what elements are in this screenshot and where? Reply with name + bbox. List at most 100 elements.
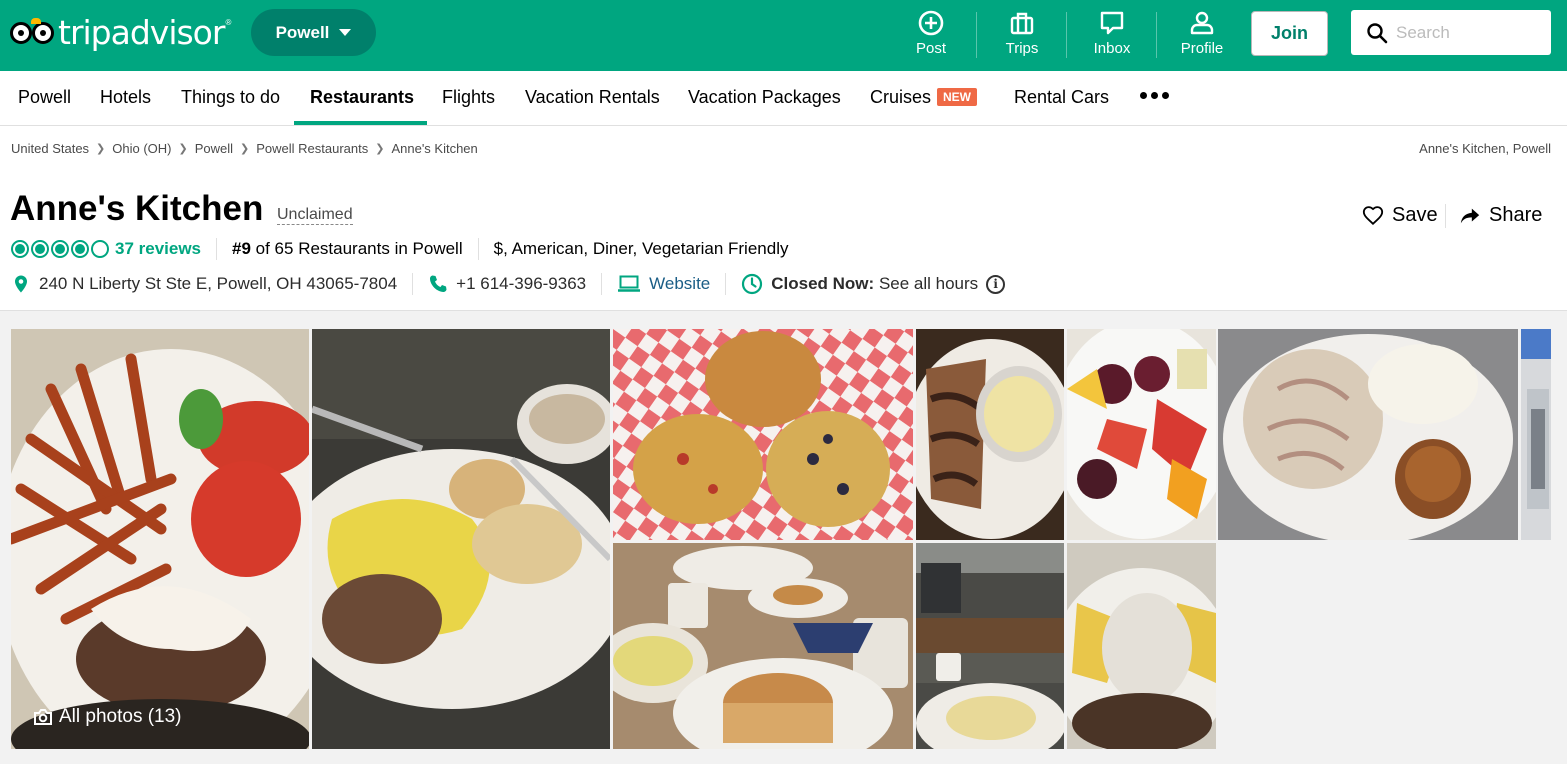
- nav-item-cruises[interactable]: Cruises NEW: [870, 71, 978, 126]
- biscuits-gravy-photo: [1067, 543, 1216, 749]
- photo-biscuits-gravy[interactable]: [1067, 543, 1216, 749]
- rating-bubbles[interactable]: [11, 240, 109, 258]
- photo-gravy-hashbrown[interactable]: [1218, 329, 1518, 540]
- breadcrumb-location-label: Anne's Kitchen, Powell: [1419, 141, 1551, 156]
- logo-registered-mark: ®: [225, 18, 232, 27]
- muffins-photo: [613, 329, 913, 540]
- divider: [412, 273, 414, 295]
- cuisine-vegetarian-link[interactable]: Vegetarian Friendly: [642, 239, 788, 258]
- search-box[interactable]: [1351, 10, 1551, 55]
- save-label: Save: [1392, 204, 1438, 226]
- divider: [216, 238, 218, 260]
- breakfast-plate-photo: [312, 329, 610, 749]
- join-button[interactable]: Join: [1251, 11, 1328, 56]
- nav-item-hotels[interactable]: Hotels: [100, 71, 151, 126]
- rating-bubble-filled-icon: [51, 240, 69, 258]
- photo-fruit-cup[interactable]: [1067, 329, 1216, 540]
- photo-pancakes[interactable]: [613, 543, 913, 749]
- restaurant-title: Anne's Kitchen: [10, 189, 264, 228]
- rating-bubble-filled-icon: [31, 240, 49, 258]
- cuisine-american-link[interactable]: American: [512, 239, 584, 258]
- logo-text-advisor: advisor: [110, 12, 226, 52]
- breadcrumb-powell[interactable]: Powell: [195, 141, 233, 156]
- photo-exterior-partial[interactable]: [1521, 329, 1551, 540]
- address-link[interactable]: 240 N Liberty St Ste E, Powell, OH 43065…: [11, 274, 397, 294]
- exterior-photo: [1521, 329, 1551, 540]
- website-label: Website: [649, 274, 711, 293]
- nav-item-rental-cars[interactable]: Rental Cars: [1014, 71, 1109, 126]
- chevron-right-icon: ❯: [240, 143, 250, 155]
- see-all-hours: See all hours: [878, 274, 979, 293]
- post-button[interactable]: Post: [886, 10, 976, 60]
- share-button[interactable]: Share: [1459, 204, 1542, 227]
- suitcase-icon: [1010, 12, 1034, 35]
- rating-bubble-empty-icon: [91, 240, 109, 258]
- breadcrumb-united-states[interactable]: United States: [11, 141, 89, 156]
- clock-icon: [742, 273, 763, 295]
- photo-interior[interactable]: [916, 543, 1064, 749]
- geo-label: Powell: [275, 22, 330, 42]
- address-text: 240 N Liberty St Ste E, Powell, OH 43065…: [39, 274, 398, 293]
- toast-eggs-photo: [916, 329, 1064, 540]
- rating-bubble-filled-icon: [71, 240, 89, 258]
- more-options-icon[interactable]: [1140, 92, 1169, 99]
- hours-link[interactable]: Closed Now: See all hours i: [741, 273, 1006, 295]
- phone-link[interactable]: +1 614-396-9363: [428, 274, 586, 294]
- nav-item-cruises-label: Cruises: [870, 87, 932, 107]
- logo-text-trip: trip: [58, 12, 112, 52]
- reviews-count-link[interactable]: 37 reviews: [115, 239, 201, 259]
- breadcrumb-ohio[interactable]: Ohio (OH): [112, 141, 171, 156]
- chevron-right-icon: ❯: [178, 143, 188, 155]
- search-icon: [1367, 22, 1388, 43]
- divider: [477, 238, 479, 260]
- unclaimed-link[interactable]: Unclaimed: [277, 206, 353, 225]
- breadcrumb: United States ❯ Ohio (OH) ❯ Powell ❯ Pow…: [11, 141, 478, 156]
- top-header: tripadvisor ® Powell Post Trips Inbox Pr…: [0, 0, 1567, 71]
- nav-item-vacation-rentals[interactable]: Vacation Rentals: [525, 71, 660, 126]
- nav-item-things-to-do[interactable]: Things to do: [181, 71, 280, 126]
- geo-selector-button[interactable]: Powell: [251, 9, 376, 56]
- chevron-right-icon: ❯: [375, 143, 385, 155]
- photo-main-burger[interactable]: [11, 329, 309, 749]
- inbox-button[interactable]: Inbox: [1067, 10, 1157, 60]
- laptop-icon: [618, 275, 641, 292]
- profile-button[interactable]: Profile: [1157, 10, 1247, 60]
- search-input[interactable]: [1396, 22, 1536, 43]
- photo-breakfast-plate[interactable]: [312, 329, 610, 749]
- photo-muffins[interactable]: [613, 329, 913, 540]
- category-nav: Powell Hotels Things to do Restaurants F…: [0, 71, 1567, 126]
- rank-text: of 65 Restaurants in Powell: [250, 239, 463, 258]
- action-divider: [1445, 204, 1446, 228]
- price-level: $: [493, 239, 504, 258]
- trips-label: Trips: [1005, 40, 1039, 57]
- heart-icon: [1362, 205, 1384, 225]
- closed-status: Closed Now:: [771, 274, 875, 293]
- ranking-link[interactable]: #9 of 65 Restaurants in Powell: [232, 239, 463, 259]
- camera-icon: [34, 709, 52, 725]
- trips-button[interactable]: Trips: [977, 10, 1067, 60]
- contact-info-row: 240 N Liberty St Ste E, Powell, OH 43065…: [11, 271, 1006, 297]
- gravy-hashbrown-photo: [1218, 329, 1518, 540]
- cuisine-diner-link[interactable]: Diner: [593, 239, 633, 258]
- nav-item-vacation-packages[interactable]: Vacation Packages: [688, 71, 841, 126]
- nav-item-flights[interactable]: Flights: [442, 71, 495, 126]
- profile-label: Profile: [1180, 40, 1224, 57]
- info-icon[interactable]: i: [986, 274, 1006, 294]
- price-cuisine: $, American, Diner, Vegetarian Friendly: [493, 239, 789, 258]
- website-link[interactable]: Website: [617, 274, 710, 294]
- rank-number: #9: [232, 239, 251, 258]
- rating-bubble-filled-icon: [11, 240, 29, 258]
- photo-toast-eggs[interactable]: [916, 329, 1064, 540]
- pancakes-photo: [613, 543, 913, 749]
- inbox-label: Inbox: [1093, 40, 1131, 57]
- all-photos-button[interactable]: All photos (13): [33, 706, 182, 728]
- breadcrumb-powell-restaurants[interactable]: Powell Restaurants: [256, 141, 368, 156]
- nav-item-restaurants[interactable]: Restaurants: [310, 71, 414, 126]
- plus-circle-icon: [918, 10, 944, 36]
- owl-logo-icon: [10, 18, 56, 46]
- nav-item-powell[interactable]: Powell: [18, 71, 71, 126]
- all-photos-label: All photos (13): [59, 706, 182, 727]
- save-button[interactable]: Save: [1362, 204, 1438, 227]
- active-tab-underline: [294, 121, 427, 125]
- tripadvisor-logo[interactable]: tripadvisor ®: [10, 12, 232, 52]
